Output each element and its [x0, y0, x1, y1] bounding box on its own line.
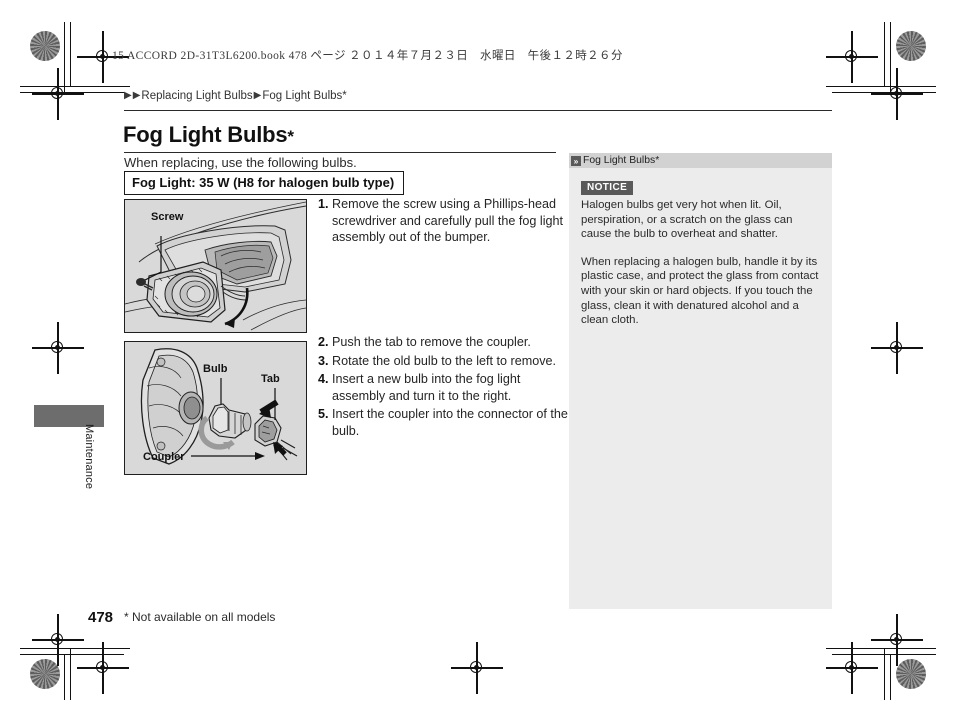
- figure-label-screw: Screw: [151, 211, 184, 223]
- side-panel-body: NOTICE Halogen bulbs get very hot when l…: [569, 168, 832, 328]
- registration-mark-bottom-right-inner: [826, 642, 878, 694]
- registration-mark-top-right-inner: [826, 31, 878, 83]
- triangle-right-icon: ▶: [124, 90, 132, 101]
- registration-mark-right-bottom: [871, 614, 923, 666]
- page-title-asterisk: *: [287, 127, 294, 146]
- crop-line: [826, 86, 936, 88]
- breadcrumb-item-replacing-light-bulbs[interactable]: Replacing Light Bulbs: [141, 90, 252, 102]
- title-rule: [124, 152, 556, 154]
- step-item: 5. Insert the coupler into the connector…: [318, 406, 570, 439]
- figure-label-bulb: Bulb: [203, 363, 228, 375]
- step-number: 3.: [318, 353, 329, 368]
- step-number: 4.: [318, 372, 329, 387]
- registration-mark-left-middle: [32, 322, 84, 374]
- registration-dot-top-right: [896, 31, 926, 61]
- book-header-line: 15 ACCORD 2D-31T3L6200.book 478 ページ ２０１４…: [112, 50, 623, 62]
- figure-label-coupler: Coupler: [143, 451, 185, 463]
- step-number: 2.: [318, 335, 329, 349]
- registration-dot-bottom-right: [896, 659, 926, 689]
- step-number: 1.: [318, 197, 329, 211]
- step-number: 5.: [318, 407, 329, 422]
- steps-group-1: 1. Remove the screw using a Phillips-hea…: [318, 196, 570, 248]
- step-item: 1. Remove the screw using a Phillips-hea…: [318, 196, 570, 246]
- breadcrumb: ▶ ▶ Replacing Light Bulbs ▶ Fog Light Bu…: [124, 90, 348, 102]
- page-title: Fog Light Bulbs*: [123, 122, 294, 148]
- crop-line: [884, 648, 886, 700]
- step-text: Insert the coupler into the connector of…: [332, 407, 568, 438]
- footnote: * Not available on all models: [124, 610, 276, 624]
- step-text: Push the tab to remove the coupler.: [332, 335, 531, 349]
- registration-mark-left-bottom: [32, 614, 84, 666]
- page-title-text: Fog Light Bulbs: [123, 122, 288, 147]
- page-number: 478: [88, 609, 114, 626]
- step-item: 3. Rotate the old bulb to the left to re…: [318, 353, 570, 370]
- side-note-panel: » Fog Light Bulbs* NOTICE Halogen bulbs …: [569, 153, 832, 609]
- figure-bulb-coupler: Bulb Tab Coupler: [124, 341, 307, 475]
- crop-line: [884, 22, 886, 86]
- breadcrumb-item-fog-light-bulbs[interactable]: Fog Light Bulbs*: [262, 90, 346, 102]
- notice-badge: NOTICE: [581, 181, 634, 195]
- step-item: 2. Push the tab to remove the coupler.: [318, 334, 570, 351]
- registration-dot-top-left: [30, 31, 60, 61]
- crop-line: [826, 648, 936, 650]
- spec-box: Fog Light: 35 W (H8 for halogen bulb typ…: [124, 171, 405, 195]
- crop-line: [64, 654, 66, 700]
- registration-mark-bottom-middle: [451, 642, 503, 694]
- step-text: Insert a new bulb into the fog light ass…: [332, 372, 521, 403]
- steps-group-2: 2. Push the tab to remove the coupler. 3…: [318, 334, 570, 442]
- header-rule: [124, 110, 832, 112]
- step-text: Rotate the old bulb to the left to remov…: [332, 353, 557, 368]
- figure-label-tab: Tab: [261, 373, 280, 385]
- crop-line: [20, 86, 130, 88]
- registration-dot-bottom-left: [30, 659, 60, 689]
- side-panel-header: » Fog Light Bulbs*: [569, 153, 832, 168]
- intro-text: When replacing, use the following bulbs.: [124, 155, 357, 170]
- crop-line: [20, 648, 130, 650]
- registration-mark-right-top: [871, 68, 923, 120]
- triangle-right-icon: ▶: [132, 90, 141, 101]
- step-text: Remove the screw using a Phillips-head s…: [332, 197, 563, 245]
- crop-line: [70, 648, 72, 700]
- crop-line: [890, 654, 892, 700]
- step-item: 4. Insert a new bulb into the fog light …: [318, 371, 570, 404]
- notice-paragraph-2: When replacing a halogen bulb, handle it…: [581, 255, 819, 327]
- section-tab-label: Maintenance: [83, 424, 95, 490]
- registration-mark-left-top: [32, 68, 84, 120]
- manual-page: 15 ACCORD 2D-31T3L6200.book 478 ページ ２０１４…: [0, 0, 954, 718]
- registration-mark-bottom-left-inner: [77, 642, 129, 694]
- triangle-right-icon: ▶: [253, 90, 262, 101]
- side-panel-title: Fog Light Bulbs*: [583, 155, 660, 166]
- crop-line: [70, 22, 72, 86]
- notice-paragraph-1: Halogen bulbs get very hot when lit. Oil…: [581, 199, 793, 241]
- double-chevron-right-icon: »: [571, 155, 581, 166]
- registration-mark-right-middle: [871, 322, 923, 374]
- figure-fog-light-assembly: Screw: [124, 199, 307, 333]
